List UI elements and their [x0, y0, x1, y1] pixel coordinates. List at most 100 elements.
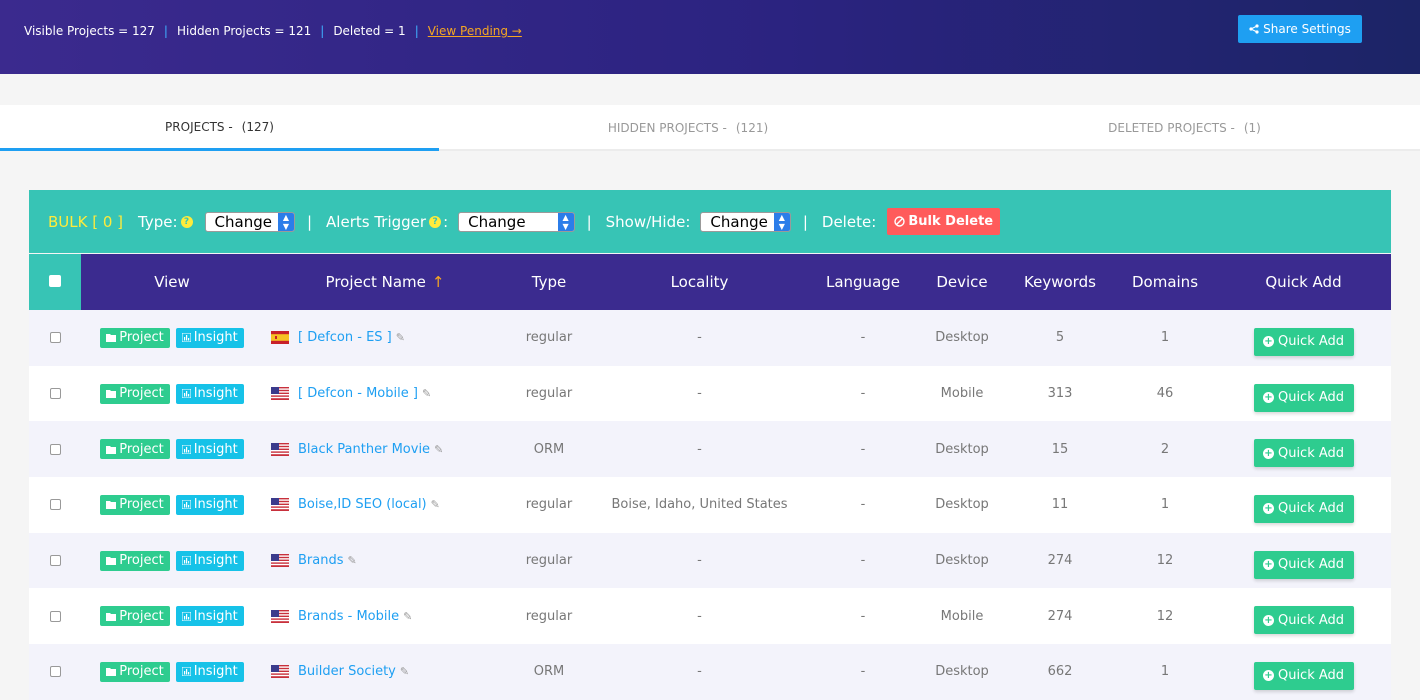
table-row: Project Insight Builder Society ✎ ORM - - Deskt… [29, 644, 1391, 700]
project-button[interactable]: Project [100, 606, 170, 627]
us-flag-icon [271, 498, 289, 512]
pencil-icon[interactable]: ✎ [396, 331, 405, 344]
row-checkbox[interactable] [49, 332, 61, 344]
alerts-select-value: Change [468, 212, 526, 231]
language-cell: - [860, 608, 866, 624]
project-button-label: Project [119, 386, 164, 402]
help-icon[interactable]: ? [429, 215, 442, 228]
keywords-cell: 15 [1051, 441, 1069, 457]
language-cell: - [860, 330, 866, 346]
bar-chart-icon [181, 389, 191, 399]
project-name-link[interactable]: Brands - Mobile [298, 609, 399, 624]
quick-add-button[interactable]: + Quick Add [1253, 439, 1354, 468]
language-cell: - [860, 386, 866, 402]
row-checkbox[interactable] [49, 555, 61, 567]
tab-projects[interactable]: PROJECTS - (127) [0, 105, 439, 151]
project-name-link[interactable]: Builder Society [298, 664, 396, 679]
project-tabs: PROJECTS - (127) HIDDEN PROJECTS - (121)… [0, 105, 1420, 151]
project-name-cell: Brands ✎ [263, 533, 507, 589]
row-checkbox[interactable] [49, 443, 61, 455]
tab-count: (127) [241, 119, 274, 134]
project-button-label: Project [119, 553, 164, 569]
bar-chart-icon [181, 500, 191, 510]
insight-button[interactable]: Insight [175, 439, 244, 460]
project-button[interactable]: Project [100, 661, 170, 682]
help-icon[interactable]: ? [180, 215, 193, 228]
insight-button[interactable]: Insight [175, 661, 244, 682]
project-name-cell: Builder Society ✎ [263, 644, 507, 700]
insight-button-label: Insight [193, 608, 238, 624]
domains-cell: 1 [1160, 330, 1170, 346]
select-all-checkbox[interactable] [49, 275, 61, 287]
project-name-link[interactable]: [ Defcon - ES ] [298, 330, 392, 345]
show-hide-select[interactable]: Change ▲ ▼ [700, 211, 791, 232]
device-cell: Desktop [935, 497, 989, 513]
share-settings-button[interactable]: Share Settings [1238, 15, 1362, 43]
project-name-link[interactable]: Brands [298, 553, 344, 568]
select-arrows-icon: ▲ ▼ [277, 212, 294, 231]
quick-add-button[interactable]: + Quick Add [1253, 606, 1354, 635]
folder-icon [106, 501, 117, 510]
row-checkbox[interactable] [49, 388, 61, 400]
separator: | [320, 24, 325, 38]
locality-cell: - [697, 330, 702, 346]
quick-add-label: Quick Add [1277, 557, 1345, 573]
tab-deleted-projects[interactable]: DELETED PROJECTS - (1) [937, 105, 1420, 151]
device-cell: Desktop [935, 664, 989, 680]
insight-button[interactable]: Insight [175, 383, 244, 404]
locality-cell: - [697, 608, 702, 624]
quick-add-button[interactable]: + Quick Add [1253, 661, 1354, 690]
project-name-link[interactable]: Black Panther Movie [298, 442, 430, 457]
us-flag-icon [271, 442, 289, 456]
row-checkbox[interactable] [49, 666, 61, 678]
pencil-icon[interactable]: ✎ [434, 443, 443, 456]
pencil-icon[interactable]: ✎ [431, 498, 440, 511]
tab-hidden-projects[interactable]: HIDDEN PROJECTS - (121) [439, 105, 937, 151]
language-cell: - [860, 664, 866, 680]
pencil-icon[interactable]: ✎ [348, 554, 357, 567]
insight-button[interactable]: Insight [175, 550, 244, 571]
insight-button[interactable]: Insight [175, 494, 244, 515]
project-button[interactable]: Project [100, 439, 170, 460]
bar-chart-icon [181, 556, 191, 566]
project-button[interactable]: Project [100, 383, 170, 404]
col-quick-add: Quick Add [1216, 254, 1391, 310]
col-type: Type [507, 254, 591, 310]
row-select-cell [29, 421, 81, 477]
quick-add-cell: + Quick Add [1216, 310, 1391, 366]
project-button[interactable]: Project [100, 550, 170, 571]
row-checkbox[interactable] [49, 499, 61, 511]
project-name-link[interactable]: [ Defcon - Mobile ] [298, 386, 418, 401]
pencil-icon[interactable]: ✎ [422, 387, 431, 400]
project-name-link[interactable]: Boise,ID SEO (local) [298, 497, 427, 512]
language-cell: - [860, 553, 866, 569]
project-button[interactable]: Project [100, 494, 170, 515]
type-cell: regular [525, 608, 573, 624]
row-select-cell [29, 310, 81, 366]
tab-label: HIDDEN PROJECTS - [607, 121, 727, 135]
quick-add-button[interactable]: + Quick Add [1253, 327, 1354, 356]
type-label: Type: [138, 212, 178, 231]
bar-chart-icon [181, 611, 191, 621]
insight-button[interactable]: Insight [175, 606, 244, 627]
col-view: View [81, 254, 263, 310]
pencil-icon[interactable]: ✎ [403, 610, 412, 623]
alerts-trigger-select[interactable]: Change ▲ ▼ [458, 211, 575, 232]
us-flag-icon [271, 387, 289, 401]
quick-add-button[interactable]: + Quick Add [1253, 550, 1354, 579]
col-project-name[interactable]: Project Name ↑ [263, 254, 507, 310]
project-button-label: Project [119, 497, 164, 513]
project-button[interactable]: Project [100, 327, 170, 348]
bulk-delete-button[interactable]: Bulk Delete [887, 208, 1001, 235]
quick-add-button[interactable]: + Quick Add [1253, 383, 1354, 412]
insight-button[interactable]: Insight [175, 327, 244, 348]
type-select[interactable]: Change ▲ ▼ [204, 211, 295, 232]
view-pending-link[interactable]: View Pending → [428, 24, 522, 38]
quick-add-button[interactable]: + Quick Add [1253, 494, 1354, 523]
separator: | [414, 24, 419, 38]
quick-add-cell: + Quick Add [1216, 588, 1391, 644]
row-checkbox[interactable] [49, 610, 61, 622]
type-cell: regular [525, 497, 573, 513]
pencil-icon[interactable]: ✎ [400, 665, 409, 678]
quick-add-cell: + Quick Add [1216, 533, 1391, 589]
